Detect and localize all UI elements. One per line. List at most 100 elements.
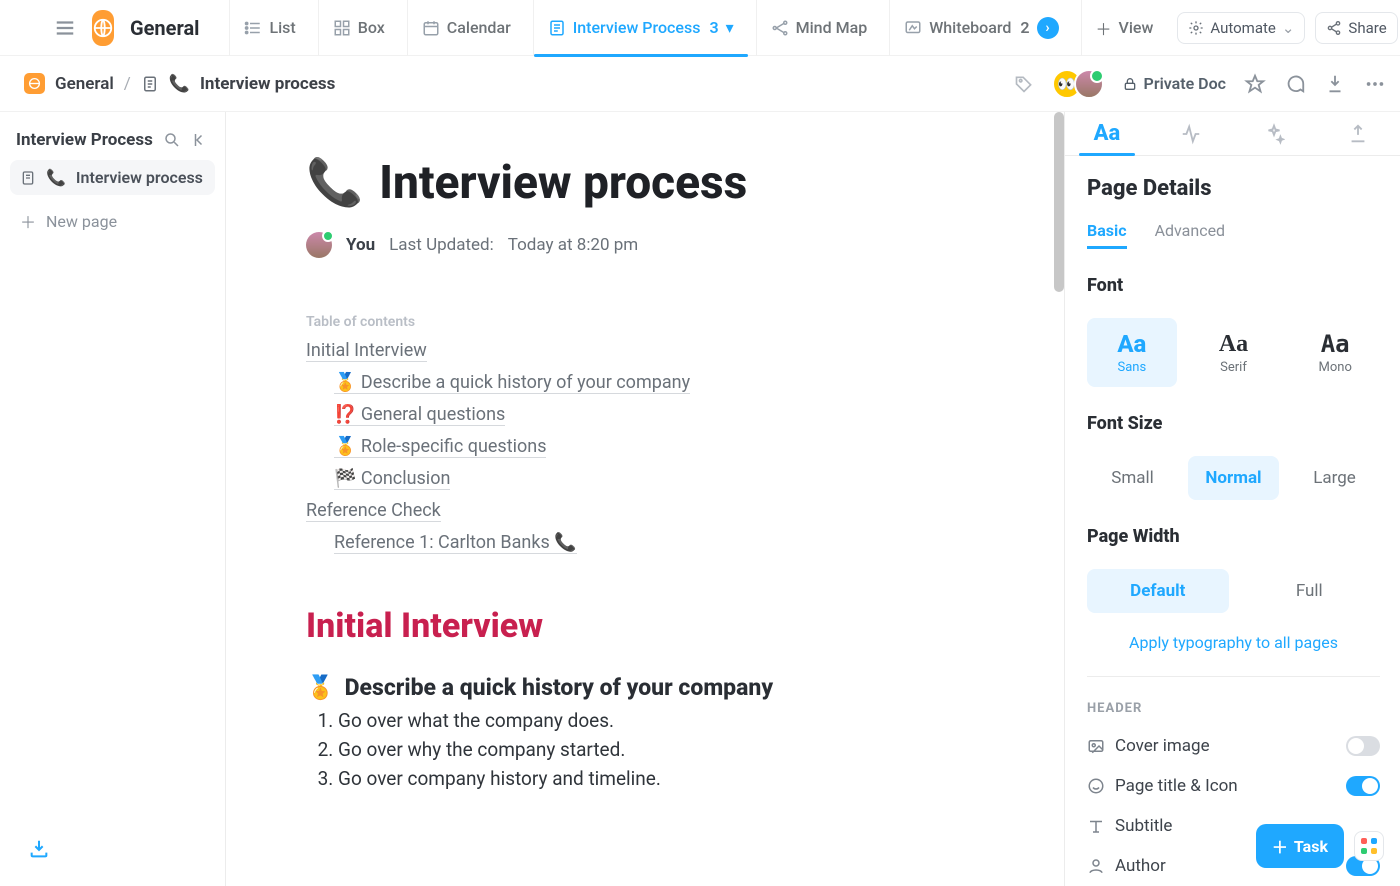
view-interview-badge: 3 [709, 18, 718, 37]
fontsize-options: Small Normal Large [1087, 456, 1380, 500]
cover-label: Cover image [1115, 736, 1210, 756]
avatar-stack[interactable]: 👀 [1052, 69, 1104, 99]
view-whiteboard[interactable]: Whiteboard 2 › [889, 0, 1072, 56]
view-list[interactable]: List [229, 0, 309, 56]
toc-general-q[interactable]: ⁉️ General questions [334, 404, 505, 426]
workspace-name[interactable]: General [130, 16, 199, 40]
toc-history[interactable]: 🏅 Describe a quick history of your compa… [334, 372, 690, 394]
heading-initial[interactable]: Initial Interview [306, 606, 984, 646]
breadcrumb-root[interactable]: General [55, 74, 114, 94]
floating-actions: ＋ Task [1256, 824, 1384, 868]
share-button[interactable]: Share [1315, 12, 1397, 44]
plus-icon: ＋ [1272, 834, 1288, 858]
task-label: Task [1294, 837, 1328, 856]
subtab-advanced[interactable]: Advanced [1155, 221, 1226, 249]
author-label: Author [1115, 856, 1166, 876]
automate-button[interactable]: Automate ⌄ [1177, 12, 1305, 44]
rtab-export[interactable] [1316, 112, 1400, 155]
toggle-cover[interactable] [1346, 736, 1380, 756]
section-pagewidth: Page Width [1087, 526, 1380, 547]
author-avatar[interactable] [306, 232, 332, 258]
breadcrumb-page[interactable]: Interview process [200, 74, 335, 94]
list-item[interactable]: Go over what the company does. [338, 709, 984, 732]
updated-label: Last Updated: [389, 235, 494, 255]
whiteboard-next-icon[interactable]: › [1037, 17, 1059, 39]
page-title[interactable]: 📞 Interview process [306, 156, 984, 210]
phone-emoji-icon: 📞 [46, 168, 66, 187]
task-button[interactable]: ＋ Task [1256, 824, 1344, 868]
font-mono[interactable]: AaMono [1290, 318, 1380, 387]
size-normal[interactable]: Normal [1188, 456, 1279, 500]
person-icon [1087, 857, 1105, 875]
rtab-typography[interactable]: Aa [1065, 112, 1149, 155]
toc-initial-interview[interactable]: Initial Interview [306, 340, 427, 362]
toc-caption: Table of contents [306, 314, 984, 330]
star-icon[interactable] [1244, 73, 1266, 95]
view-mindmap[interactable]: Mind Map [756, 0, 882, 56]
collapse-sidebar-icon[interactable] [191, 131, 209, 149]
rtab-ai[interactable] [1233, 112, 1317, 155]
size-small[interactable]: Small [1087, 456, 1178, 500]
view-box[interactable]: Box [318, 0, 399, 56]
font-sans[interactable]: AaSans [1087, 318, 1177, 387]
right-panel: Aa Page Details Basic Advanced Font AaSa… [1064, 112, 1400, 886]
private-doc[interactable]: Private Doc [1122, 74, 1226, 93]
sidebar-newpage-label: New page [46, 212, 117, 231]
pagewidth-options: Default Full [1087, 569, 1380, 613]
row-title-icon: Page title & Icon [1087, 776, 1380, 796]
rtab-activity[interactable] [1149, 112, 1233, 155]
right-panel-tabs: Aa [1065, 112, 1400, 156]
sidebar-new-page[interactable]: ＋ New page [10, 201, 215, 241]
history-list[interactable]: Go over what the company does. Go over w… [306, 709, 984, 790]
view-add[interactable]: ＋ View [1081, 0, 1168, 56]
view-add-label: View [1119, 18, 1154, 37]
size-large[interactable]: Large [1289, 456, 1380, 500]
toc-reference-check[interactable]: Reference Check [306, 500, 441, 522]
heading-history[interactable]: 🏅 Describe a quick history of your compa… [306, 674, 984, 701]
caret-down-icon: ▾ [726, 18, 734, 37]
sidebar-item-interview[interactable]: 📞 Interview process [10, 160, 215, 195]
list-item[interactable]: Go over why the company started. [338, 738, 984, 761]
view-calendar-label: Calendar [447, 18, 511, 37]
apps-button[interactable] [1354, 831, 1384, 861]
subtab-basic[interactable]: Basic [1087, 221, 1127, 249]
font-options: AaSans AaSerif AaMono [1087, 318, 1380, 387]
view-box-label: Box [358, 18, 385, 37]
author-you: You [346, 235, 375, 255]
search-icon[interactable] [163, 131, 181, 149]
workspace-small-icon[interactable] [24, 73, 45, 94]
share-label: Share [1348, 19, 1386, 37]
view-mindmap-label: Mind Map [796, 18, 868, 37]
toc-conclusion[interactable]: 🏁 Conclusion [334, 468, 450, 490]
view-interview-process[interactable]: Interview Process 3 ▾ [533, 0, 748, 56]
apps-icon [1361, 838, 1377, 854]
toc-reference-1[interactable]: Reference 1: Carlton Banks 📞 [334, 532, 577, 554]
download-icon[interactable] [1324, 73, 1346, 95]
view-list-label: List [269, 18, 295, 37]
width-full[interactable]: Full [1239, 569, 1381, 613]
top-bar: General List Box Calendar Interview Proc… [0, 0, 1400, 56]
font-serif[interactable]: AaSerif [1189, 318, 1279, 387]
expand-panel-icon[interactable] [226, 134, 1064, 158]
text-icon [1087, 817, 1105, 835]
width-default[interactable]: Default [1087, 569, 1229, 613]
toggle-title-icon[interactable] [1346, 776, 1380, 796]
chevron-down-icon: ⌄ [1282, 19, 1295, 37]
heading-history-text: Describe a quick history of your company [345, 674, 773, 701]
import-icon[interactable] [28, 838, 50, 864]
tag-icon[interactable] [1014, 74, 1034, 94]
list-item[interactable]: Go over company history and timeline. [338, 767, 984, 790]
workspace-logo[interactable] [92, 10, 114, 46]
doc-area[interactable]: 📞 Interview process You Last Updated: To… [226, 112, 1064, 886]
view-calendar[interactable]: Calendar [407, 0, 525, 56]
doc-icon [20, 170, 36, 186]
apply-all-link[interactable]: Apply typography to all pages [1087, 633, 1380, 652]
toc-role-q[interactable]: 🏅 Role-specific questions [334, 436, 546, 458]
main: Interview Process 📞 Interview process ＋ … [0, 112, 1400, 886]
comment-icon[interactable] [1284, 73, 1306, 95]
menu-icon[interactable] [54, 17, 76, 39]
more-icon[interactable] [1364, 73, 1386, 95]
plus-icon: ＋ [1096, 16, 1112, 40]
smile-icon [1087, 777, 1105, 795]
breadcrumb-sep: / [124, 74, 131, 94]
